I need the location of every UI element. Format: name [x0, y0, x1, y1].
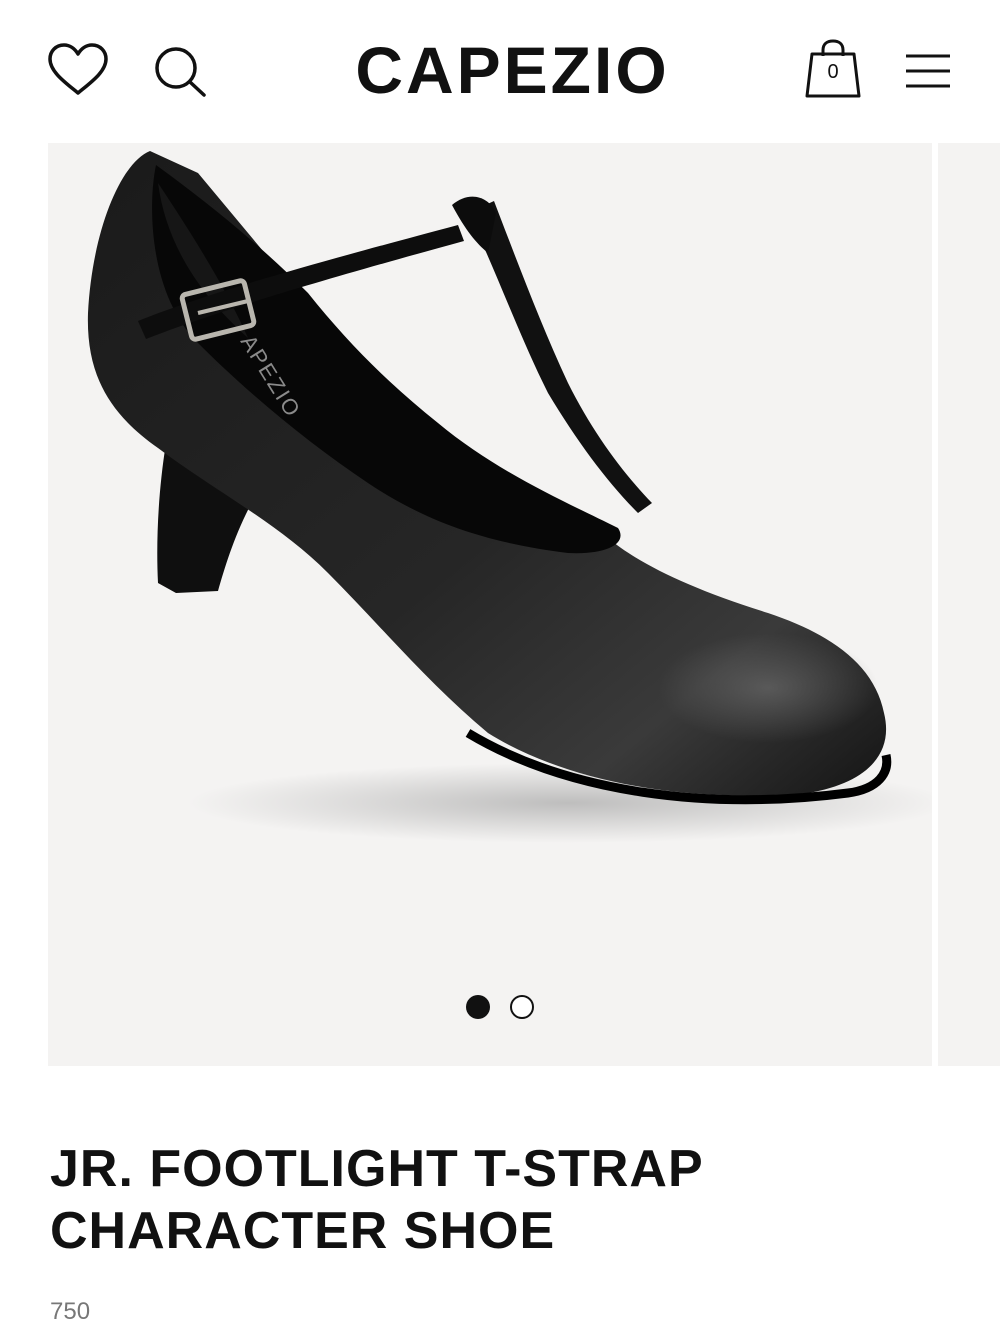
site-header: CAPEZIO 0 — [0, 0, 1000, 140]
product-title-line-1: JR. FOOTLIGHT T-STRAP — [50, 1140, 704, 1198]
search-icon[interactable] — [152, 44, 208, 98]
slide-dot-1-active[interactable] — [466, 995, 490, 1019]
brand-logo[interactable]: CAPEZIO — [300, 32, 725, 108]
slide-dot-2[interactable] — [510, 995, 534, 1019]
product-title-line-2: CHARACTER SHOE — [50, 1202, 556, 1260]
product-sku: 750 — [50, 1298, 91, 1325]
product-image-gallery[interactable]: APEZIO — [48, 143, 932, 1066]
hamburger-menu-icon[interactable] — [904, 52, 952, 90]
cart-count: 0 — [827, 61, 839, 83]
product-title: JR. FOOTLIGHT T-STRAP CHARACTER SHOE — [50, 1138, 950, 1262]
next-image-preview[interactable] — [938, 143, 1000, 1066]
product-image: APEZIO — [87, 151, 932, 843]
heart-icon[interactable] — [46, 42, 110, 98]
shopping-bag-icon[interactable]: 0 — [804, 38, 862, 100]
gallery-pagination-dots — [466, 994, 538, 1020]
